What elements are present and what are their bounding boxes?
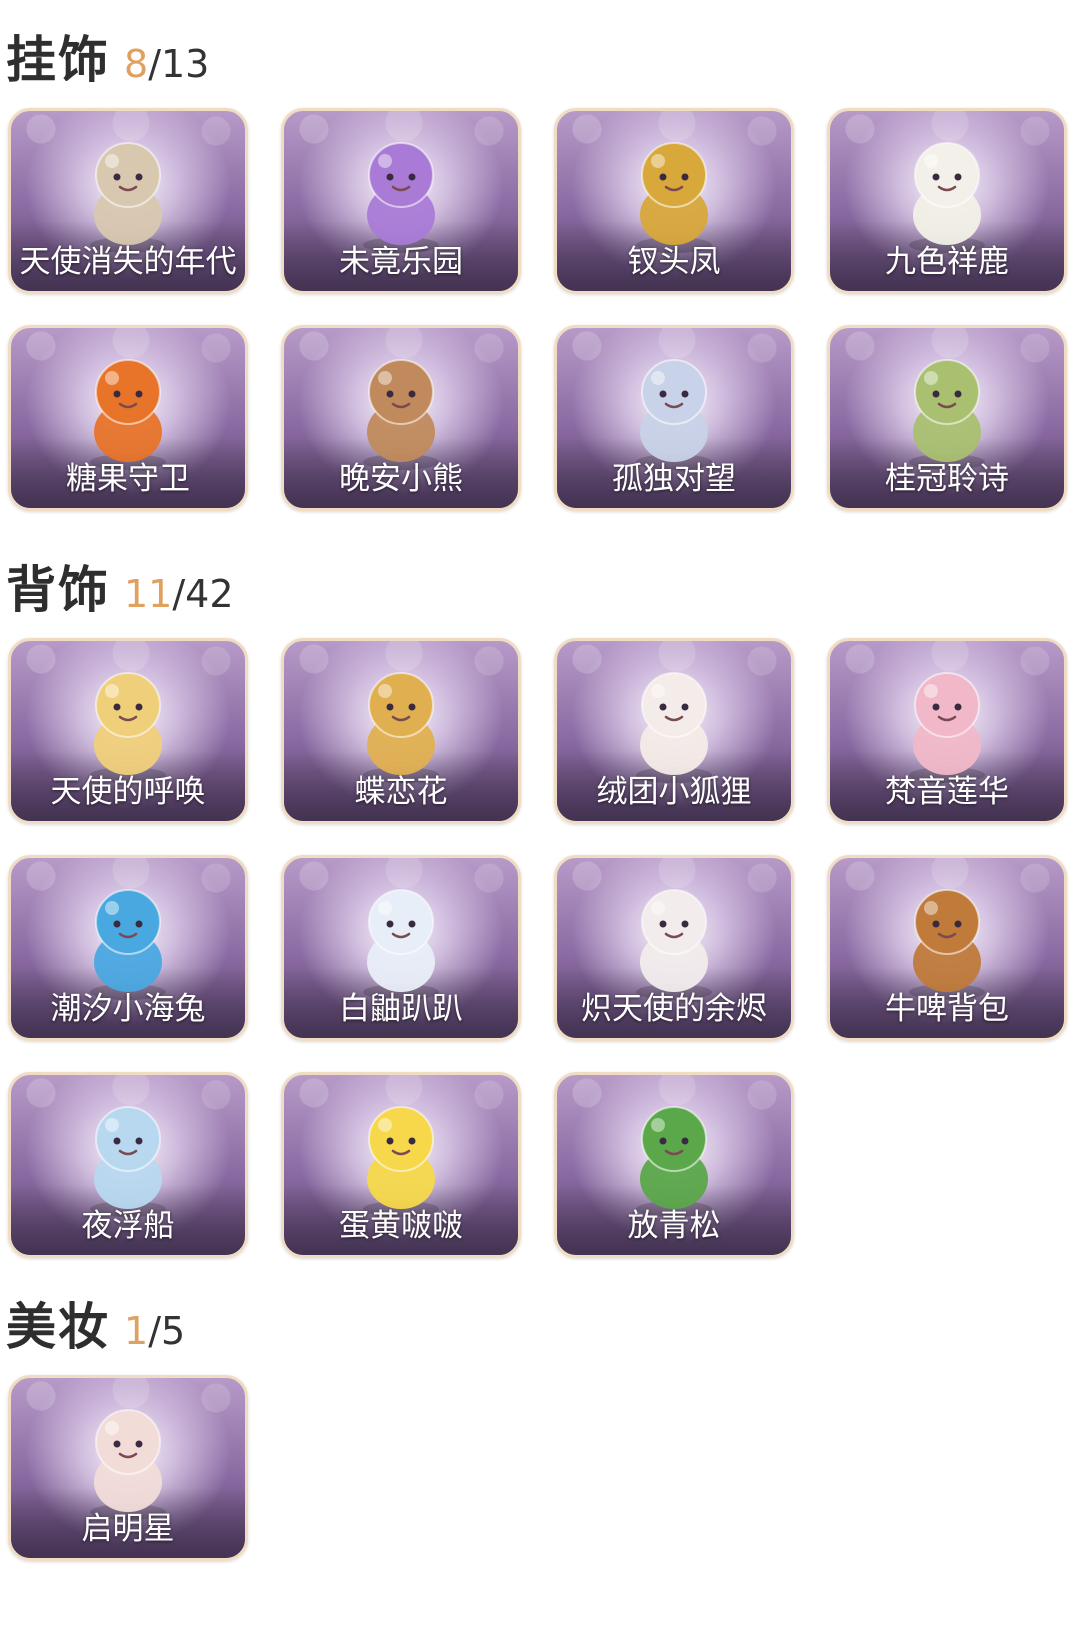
section-header-makeup: 美妆 1/5 — [6, 1287, 185, 1359]
item-name: 孤独对望 — [612, 461, 736, 497]
item-card[interactable]: 天使的呼唤 — [8, 638, 248, 824]
owned-count: 1 — [124, 1309, 149, 1353]
item-name: 天使的呼唤 — [50, 774, 206, 810]
item-name: 白鼬趴趴 — [339, 991, 463, 1027]
item-name: 糖果守卫 — [66, 461, 190, 497]
item-card[interactable]: 夜浮船 — [8, 1072, 248, 1258]
item-card[interactable]: 天使消失的年代 — [8, 108, 248, 294]
section-count: 1/5 — [124, 1309, 185, 1353]
item-name: 梵音莲华 — [885, 774, 1009, 810]
item-name: 潮汐小海兔 — [50, 991, 206, 1027]
item-card[interactable]: 牛啤背包 — [827, 855, 1067, 1041]
section-count: 8/13 — [124, 42, 209, 86]
item-name: 天使消失的年代 — [19, 244, 237, 280]
total-count: /13 — [148, 42, 210, 86]
item-name: 蛋黄啵啵 — [339, 1208, 463, 1244]
item-card[interactable]: 绒团小狐狸 — [554, 638, 794, 824]
back-accessories-grid: 天使的呼唤 蝶恋花 绒团小狐狸 梵音莲华潮汐小海兔 白鼬趴趴 炽天使的余烬 牛啤背包夜浮船 蛋… — [8, 638, 1067, 1258]
item-name: 夜浮船 — [81, 1208, 175, 1244]
total-count: /42 — [172, 572, 234, 616]
owned-count: 8 — [124, 42, 149, 86]
item-name: 未竟乐园 — [339, 244, 463, 280]
item-name: 蝶恋花 — [354, 774, 448, 810]
item-card[interactable]: 蝶恋花 — [281, 638, 521, 824]
item-name: 晚安小熊 — [339, 461, 463, 497]
item-name: 启明星 — [81, 1511, 175, 1547]
section-count: 11/42 — [124, 572, 234, 616]
pendants-grid: 天使消失的年代 未竟乐园 钗头凤 九色祥鹿糖果守卫 晚安小熊 孤独对望 桂冠聆诗 — [8, 108, 1067, 511]
owned-count: 11 — [124, 572, 173, 616]
item-card[interactable]: 启明星 — [8, 1375, 248, 1561]
item-card[interactable]: 孤独对望 — [554, 325, 794, 511]
item-name: 放青松 — [627, 1208, 721, 1244]
item-card[interactable]: 潮汐小海兔 — [8, 855, 248, 1041]
section-header-back-accessories: 背饰 11/42 — [6, 550, 234, 622]
item-name: 桂冠聆诗 — [885, 461, 1009, 497]
item-name: 九色祥鹿 — [885, 244, 1009, 280]
item-name: 绒团小狐狸 — [596, 774, 752, 810]
item-card[interactable]: 晚安小熊 — [281, 325, 521, 511]
section-title: 挂饰 — [6, 31, 110, 89]
item-card[interactable]: 未竟乐园 — [281, 108, 521, 294]
section-title: 美妆 — [6, 1298, 110, 1356]
item-card[interactable]: 放青松 — [554, 1072, 794, 1258]
item-name: 钗头凤 — [627, 244, 721, 280]
section-title: 背饰 — [6, 561, 110, 619]
item-card[interactable]: 桂冠聆诗 — [827, 325, 1067, 511]
item-card[interactable]: 糖果守卫 — [8, 325, 248, 511]
section-header-pendants: 挂饰 8/13 — [6, 20, 209, 92]
item-card[interactable]: 九色祥鹿 — [827, 108, 1067, 294]
item-card[interactable]: 白鼬趴趴 — [281, 855, 521, 1041]
makeup-grid: 启明星 — [8, 1375, 1067, 1561]
total-count: /5 — [148, 1309, 186, 1353]
item-card[interactable]: 钗头凤 — [554, 108, 794, 294]
item-card[interactable]: 蛋黄啵啵 — [281, 1072, 521, 1258]
item-card[interactable]: 炽天使的余烬 — [554, 855, 794, 1041]
item-name: 牛啤背包 — [885, 991, 1009, 1027]
item-card[interactable]: 梵音莲华 — [827, 638, 1067, 824]
item-name: 炽天使的余烬 — [581, 991, 767, 1027]
